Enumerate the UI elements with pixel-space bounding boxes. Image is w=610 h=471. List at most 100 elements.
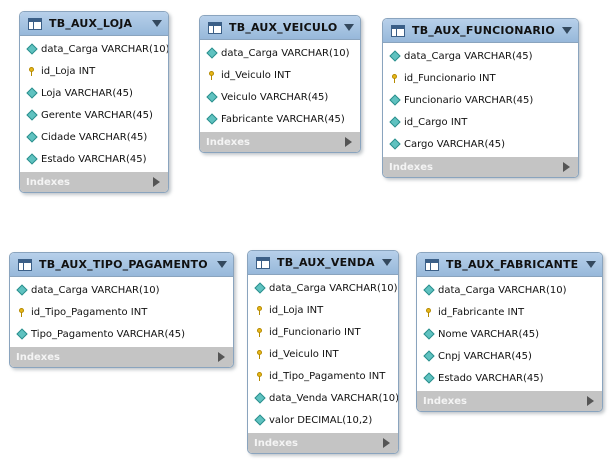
- indexes-section[interactable]: Indexes: [20, 172, 168, 192]
- column-label: id_Fabricante INT: [438, 306, 525, 318]
- column-row[interactable]: id_Funcionario INT: [248, 321, 398, 343]
- chevron-down-icon[interactable]: [152, 20, 162, 27]
- table-header[interactable]: TB_AUX_VEICULO: [200, 16, 360, 40]
- column-row[interactable]: Tipo_Pagamento VARCHAR(45): [10, 323, 233, 345]
- table-header[interactable]: TB_AUX_FUNCIONARIO: [383, 19, 578, 43]
- key-glyph: [257, 371, 262, 381]
- table-tb-aux-veiculo[interactable]: TB_AUX_VEICULO data_Carga VARCHAR(10) id_V…: [199, 15, 361, 153]
- column-diamond-icon: [25, 153, 38, 165]
- diamond-glyph: [25, 109, 38, 121]
- table-tb-aux-loja[interactable]: TB_AUX_LOJA data_Carga VARCHAR(10) id_Loja…: [19, 11, 169, 193]
- column-label: data_Carga VARCHAR(45): [404, 50, 533, 62]
- expand-arrow-icon[interactable]: [383, 438, 390, 448]
- indexes-section[interactable]: Indexes: [248, 433, 398, 453]
- column-row[interactable]: Estado VARCHAR(45): [20, 148, 168, 170]
- table-tb-aux-venda[interactable]: TB_AUX_VENDA data_Carga VARCHAR(10) id_Loj…: [247, 250, 399, 454]
- column-row[interactable]: Gerente VARCHAR(45): [20, 104, 168, 126]
- column-label: id_Cargo INT: [404, 116, 468, 128]
- column-row[interactable]: data_Carga VARCHAR(45): [383, 45, 578, 67]
- key-icon: [206, 70, 217, 81]
- key-glyph: [257, 305, 262, 315]
- column-row[interactable]: Loja VARCHAR(45): [20, 82, 168, 104]
- column-row[interactable]: data_Carga VARCHAR(10): [20, 38, 168, 60]
- diamond-glyph: [422, 372, 435, 384]
- column-row[interactable]: Veiculo VARCHAR(45): [200, 86, 360, 108]
- diamond-glyph: [15, 328, 28, 340]
- column-label: data_Carga VARCHAR(10): [41, 43, 169, 55]
- column-list: data_Carga VARCHAR(10) id_Fabricante INT N…: [417, 277, 602, 391]
- column-row[interactable]: data_Carga VARCHAR(10): [248, 277, 398, 299]
- column-label: data_Carga VARCHAR(10): [269, 282, 398, 294]
- table-tb-aux-fabricante[interactable]: TB_AUX_FABRICANTE data_Carga VARCHAR(10) i…: [416, 252, 603, 412]
- expand-arrow-icon[interactable]: [345, 137, 352, 147]
- column-row[interactable]: id_Loja INT: [20, 60, 168, 82]
- column-row[interactable]: Funcionario VARCHAR(45): [383, 89, 578, 111]
- chevron-down-icon[interactable]: [562, 27, 572, 34]
- column-row[interactable]: id_Fabricante INT: [417, 301, 602, 323]
- indexes-section[interactable]: Indexes: [10, 347, 233, 367]
- diamond-glyph: [25, 131, 38, 143]
- column-row[interactable]: Nome VARCHAR(45): [417, 323, 602, 345]
- column-row[interactable]: valor DECIMAL(10,2): [248, 409, 398, 431]
- column-diamond-icon: [205, 47, 218, 59]
- column-row[interactable]: data_Venda VARCHAR(10): [248, 387, 398, 409]
- column-list: data_Carga VARCHAR(10) id_Loja INT Loja VA…: [20, 36, 168, 172]
- column-label: Estado VARCHAR(45): [41, 153, 147, 165]
- column-label: id_Veiculo INT: [269, 348, 339, 360]
- column-row[interactable]: data_Carga VARCHAR(10): [200, 42, 360, 64]
- column-row[interactable]: data_Carga VARCHAR(10): [10, 279, 233, 301]
- indexes-label: Indexes: [389, 161, 433, 173]
- table-header[interactable]: TB_AUX_FABRICANTE: [417, 253, 602, 277]
- column-row[interactable]: id_Cargo INT: [383, 111, 578, 133]
- column-diamond-icon: [205, 91, 218, 103]
- table-tb-aux-funcionario[interactable]: TB_AUX_FUNCIONARIO data_Carga VARCHAR(45)…: [382, 18, 579, 178]
- column-label: Loja VARCHAR(45): [41, 87, 133, 99]
- chevron-down-icon[interactable]: [586, 261, 596, 268]
- table-header[interactable]: TB_AUX_VENDA: [248, 251, 398, 275]
- indexes-section[interactable]: Indexes: [417, 391, 602, 411]
- expand-arrow-icon[interactable]: [153, 177, 160, 187]
- chevron-down-icon[interactable]: [344, 24, 354, 31]
- column-row[interactable]: id_Loja INT: [248, 299, 398, 321]
- key-icon: [26, 66, 37, 77]
- table-tb-aux-tipo-pagamento[interactable]: TB_AUX_TIPO_PAGAMENTO data_Carga VARCHAR(…: [9, 252, 234, 368]
- diamond-glyph: [422, 284, 435, 296]
- column-row[interactable]: Cnpj VARCHAR(45): [417, 345, 602, 367]
- column-row[interactable]: Cidade VARCHAR(45): [20, 126, 168, 148]
- column-row[interactable]: Cargo VARCHAR(45): [383, 133, 578, 155]
- column-label: Tipo_Pagamento VARCHAR(45): [31, 328, 185, 340]
- table-icon: [208, 21, 222, 34]
- table-title: TB_AUX_LOJA: [49, 17, 133, 30]
- table-header[interactable]: TB_AUX_LOJA: [20, 12, 168, 36]
- column-row[interactable]: Estado VARCHAR(45): [417, 367, 602, 389]
- key-icon: [254, 349, 265, 360]
- column-row[interactable]: id_Veiculo INT: [248, 343, 398, 365]
- diamond-glyph: [25, 43, 38, 55]
- column-row[interactable]: id_Veiculo INT: [200, 64, 360, 86]
- table-icon: [18, 258, 32, 271]
- diamond-glyph: [15, 284, 28, 296]
- column-row[interactable]: data_Carga VARCHAR(10): [417, 279, 602, 301]
- chevron-down-icon[interactable]: [382, 259, 392, 266]
- expand-arrow-icon[interactable]: [587, 396, 594, 406]
- column-label: id_Tipo_Pagamento INT: [31, 306, 148, 318]
- column-label: data_Venda VARCHAR(10): [269, 392, 399, 404]
- column-list: data_Carga VARCHAR(45) id_Funcionario INT…: [383, 43, 578, 157]
- column-diamond-icon: [388, 94, 401, 106]
- chevron-down-icon[interactable]: [217, 261, 227, 268]
- column-row[interactable]: id_Tipo_Pagamento INT: [10, 301, 233, 323]
- column-diamond-icon: [388, 116, 401, 128]
- column-label: valor DECIMAL(10,2): [269, 414, 373, 426]
- table-header[interactable]: TB_AUX_TIPO_PAGAMENTO: [10, 253, 233, 277]
- expand-arrow-icon[interactable]: [218, 352, 225, 362]
- column-row[interactable]: id_Tipo_Pagamento INT: [248, 365, 398, 387]
- indexes-section[interactable]: Indexes: [200, 132, 360, 152]
- expand-arrow-icon[interactable]: [563, 162, 570, 172]
- indexes-section[interactable]: Indexes: [383, 157, 578, 177]
- column-row[interactable]: Fabricante VARCHAR(45): [200, 108, 360, 130]
- table-title: TB_AUX_FABRICANTE: [446, 258, 579, 271]
- column-row[interactable]: id_Funcionario INT: [383, 67, 578, 89]
- key-glyph: [209, 70, 214, 80]
- column-label: id_Loja INT: [41, 65, 96, 77]
- column-label: Estado VARCHAR(45): [438, 372, 544, 384]
